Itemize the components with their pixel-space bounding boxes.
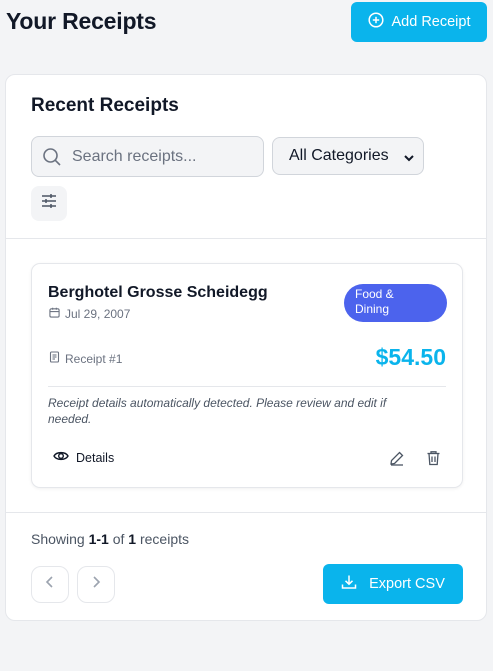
export-csv-label: Export CSV — [369, 576, 445, 592]
search-input[interactable] — [32, 137, 263, 176]
add-receipt-button[interactable]: Add Receipt — [351, 2, 487, 42]
add-receipt-label: Add Receipt — [391, 14, 471, 30]
pagination-summary: Showing 1-1 of 1 receipts — [31, 531, 189, 547]
showing-of: of — [112, 531, 125, 547]
chevron-left-icon — [44, 575, 56, 594]
trash-icon[interactable] — [426, 450, 441, 471]
receipt-number: Receipt #1 — [65, 351, 123, 366]
receipt-amount: $54.50 — [375, 344, 446, 370]
category-select[interactable]: All Categories — [272, 137, 424, 175]
export-csv-button[interactable]: Export CSV — [323, 564, 463, 604]
sliders-icon — [40, 192, 58, 215]
showing-prefix: Showing — [31, 531, 85, 547]
receipt-date: Jul 29, 2007 — [65, 307, 131, 321]
divider — [6, 238, 486, 239]
calendar-icon — [49, 307, 60, 321]
search-field[interactable] — [31, 136, 264, 177]
details-label: Details — [76, 450, 115, 465]
download-icon — [341, 574, 357, 594]
previous-page-button[interactable] — [31, 566, 69, 603]
next-page-button[interactable] — [77, 566, 115, 603]
merchant-name: Berghotel Grosse Scheidegg — [48, 284, 268, 301]
chevron-right-icon — [90, 575, 102, 594]
divider — [6, 512, 486, 513]
category-badge: Food & Dining — [344, 284, 447, 322]
chevron-down-icon — [403, 151, 415, 169]
receipt-icon — [49, 351, 60, 366]
page-title: Your Receipts — [6, 8, 157, 34]
receipt-note: Receipt details automatically detected. … — [48, 396, 387, 426]
receipt-number-row: Receipt #1 — [49, 351, 122, 366]
receipt-card: Berghotel Grosse Scheidegg Jul 29, 2007 … — [31, 263, 463, 488]
category-select-value: All Categories — [289, 147, 389, 164]
panel-title: Recent Receipts — [31, 95, 179, 116]
recent-receipts-panel: Recent Receipts All Categories Berghotel… — [5, 74, 487, 621]
showing-range: 1-1 — [88, 531, 109, 547]
plus-circle-icon — [367, 12, 384, 32]
showing-suffix: receipts — [139, 531, 190, 547]
eye-icon — [53, 449, 69, 466]
search-icon — [42, 147, 62, 172]
showing-total: 1 — [128, 531, 137, 547]
category-badge-line2: Dining — [355, 302, 390, 316]
pencil-icon[interactable] — [389, 450, 405, 471]
receipt-date-row: Jul 29, 2007 — [49, 307, 130, 321]
divider — [48, 386, 446, 387]
category-badge-line1: Food & — [355, 287, 394, 301]
details-button[interactable]: Details — [53, 449, 114, 466]
filter-button[interactable] — [31, 186, 67, 221]
